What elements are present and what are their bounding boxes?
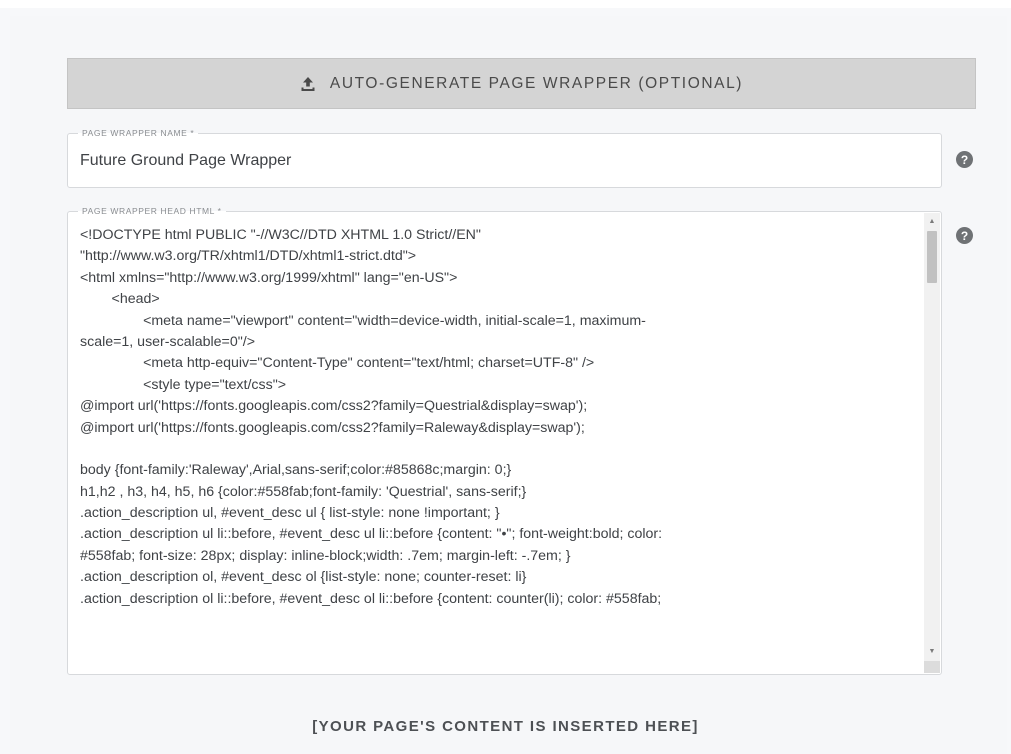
code-line: .action_description ol li::before, #even… bbox=[80, 590, 662, 607]
code-line: <meta http-equiv="Content-Type" content=… bbox=[80, 355, 595, 372]
textarea-scrollbar[interactable]: ▲ ▼ bbox=[924, 213, 940, 673]
code-line: <html xmlns="http://www.w3.org/1999/xhtm… bbox=[80, 269, 458, 286]
question-circle-icon[interactable]: ? bbox=[956, 151, 973, 168]
code-line: @import url('https://fonts.googleapis.co… bbox=[80, 419, 585, 436]
code-line: h1,h2 , h3, h4, h5, h6 {color:#558fab;fo… bbox=[80, 483, 527, 500]
code-line: .action_description ol, #event_desc ol {… bbox=[80, 569, 527, 586]
code-line: scale=1, user-scalable=0"/> bbox=[80, 333, 255, 350]
scroll-up-arrow-icon[interactable]: ▲ bbox=[924, 213, 940, 229]
code-line: @import url('https://fonts.googleapis.co… bbox=[80, 398, 588, 415]
page-wrapper-name-label: PAGE WRAPPER NAME * bbox=[78, 127, 199, 139]
auto-generate-button[interactable]: AUTO-GENERATE PAGE WRAPPER (OPTIONAL) bbox=[67, 58, 976, 109]
page-wrapper-panel: AUTO-GENERATE PAGE WRAPPER (OPTIONAL) PA… bbox=[0, 0, 1011, 754]
code-line: body {font-family:'Raleway',Arial,sans-s… bbox=[80, 462, 512, 479]
content-insert-note: [YOUR PAGE'S CONTENT IS INSERTED HERE] bbox=[312, 718, 699, 735]
code-line: <!DOCTYPE html PUBLIC "-//W3C//DTD XHTML… bbox=[80, 227, 481, 243]
code-line: <meta name="viewport" content="width=dev… bbox=[80, 312, 646, 329]
upload-icon bbox=[301, 76, 315, 91]
code-line: #558fab; font-size: 28px; display: inlin… bbox=[80, 547, 571, 564]
code-line: .action_description ul, #event_desc ul {… bbox=[80, 505, 500, 522]
page-wrapper-head-html-field[interactable]: PAGE WRAPPER HEAD HTML * <!DOCTYPE html … bbox=[67, 205, 942, 675]
code-line: <head> bbox=[80, 291, 160, 308]
code-line: <style type="text/css"> bbox=[80, 376, 287, 393]
page-wrapper-name-input[interactable]: Future Ground Page Wrapper bbox=[80, 152, 291, 170]
code-line: .action_description ul li::before, #even… bbox=[80, 526, 663, 543]
page-wrapper-head-html-label: PAGE WRAPPER HEAD HTML * bbox=[78, 205, 226, 217]
head-html-textarea[interactable]: <!DOCTYPE html PUBLIC "-//W3C//DTD XHTML… bbox=[80, 225, 915, 672]
code-line: "http://www.w3.org/TR/xhtml1/DTD/xhtml1-… bbox=[80, 248, 417, 265]
scroll-down-arrow-icon[interactable]: ▼ bbox=[924, 643, 940, 659]
auto-generate-label: AUTO-GENERATE PAGE WRAPPER (OPTIONAL) bbox=[329, 74, 744, 92]
scroll-thumb[interactable] bbox=[927, 231, 937, 283]
question-circle-icon[interactable]: ? bbox=[956, 227, 973, 244]
resize-handle[interactable] bbox=[924, 661, 940, 673]
page-wrapper-name-field[interactable]: PAGE WRAPPER NAME * Future Ground Page W… bbox=[67, 127, 942, 188]
